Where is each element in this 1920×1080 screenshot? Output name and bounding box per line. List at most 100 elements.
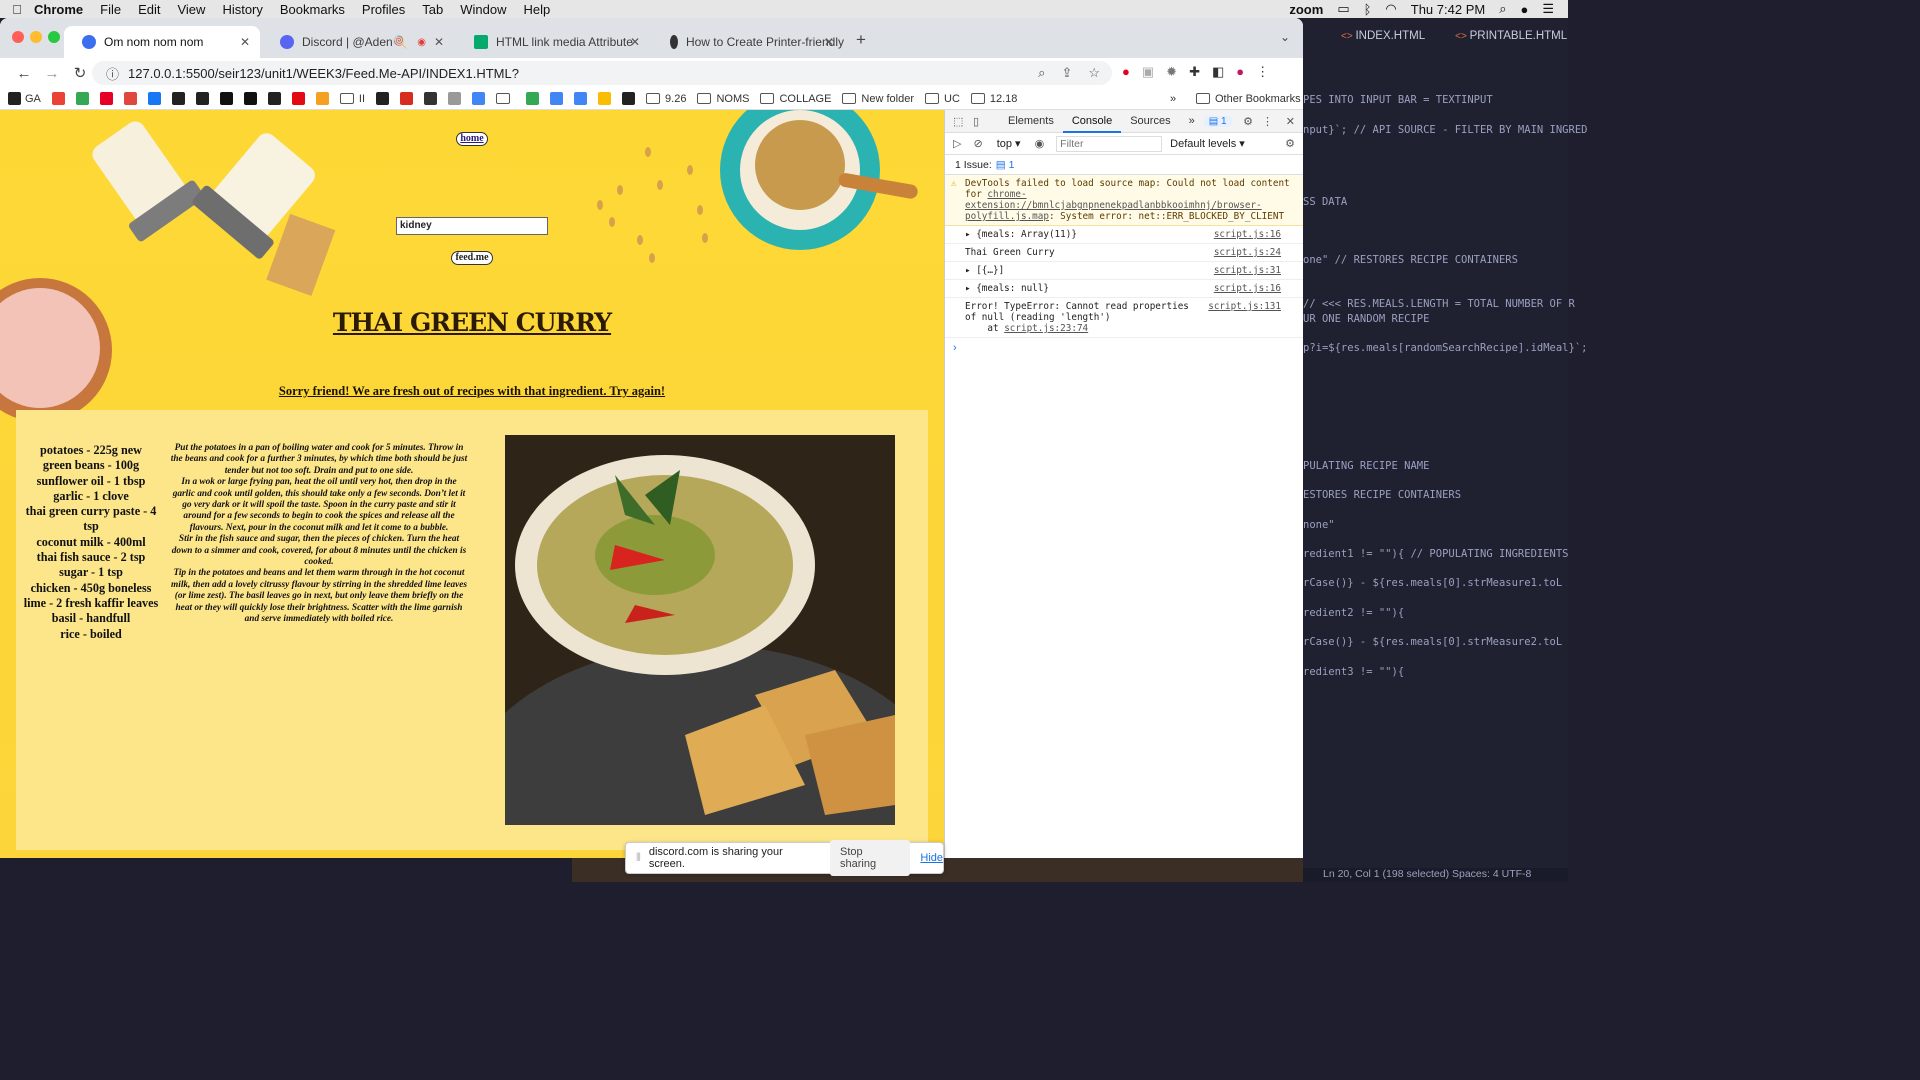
bookmark-item[interactable]: COLLAGE: [760, 93, 831, 105]
close-tab-icon[interactable]: ✕: [240, 35, 250, 49]
address-bar[interactable]: ⓘ 127.0.0.1:5500/seir123/unit1/WEEK3/Fee…: [92, 61, 1112, 85]
bluetooth-icon[interactable]: ᛒ: [1364, 2, 1372, 17]
bookmark-item[interactable]: [424, 92, 438, 105]
menu-app-name[interactable]: Chrome: [34, 2, 83, 17]
spotlight-icon[interactable]: ⌕: [1499, 1, 1506, 17]
bookmark-item[interactable]: [448, 92, 462, 105]
bookmark-item[interactable]: [195, 92, 209, 105]
console-settings-icon[interactable]: ⚙: [1285, 137, 1295, 150]
settings-gear-icon[interactable]: ⚙: [1243, 115, 1253, 128]
context-selector[interactable]: top ▾: [997, 137, 1021, 150]
console-message[interactable]: Error! TypeError: Cannot read properties…: [945, 298, 1303, 338]
log-levels-dropdown[interactable]: Default levels ▾: [1170, 137, 1245, 150]
tab-sources[interactable]: Sources: [1121, 110, 1179, 133]
bookmark-item[interactable]: [472, 92, 486, 105]
share-icon[interactable]: ⇪: [1061, 65, 1072, 81]
console-message[interactable]: ▸ [{…}] script.js:31: [945, 262, 1303, 280]
screen-icon[interactable]: ▭: [1337, 1, 1349, 17]
tab-console[interactable]: Console: [1062, 110, 1122, 133]
bookmark-item[interactable]: [243, 92, 257, 105]
bookmark-star-icon[interactable]: ☆: [1088, 65, 1100, 81]
hide-link[interactable]: Hide: [920, 852, 943, 864]
zoom-icon[interactable]: ⌕: [1038, 65, 1045, 81]
console-message[interactable]: ▸ {meals: Array(11)} script.js:16: [945, 226, 1303, 244]
menu-window[interactable]: Window: [460, 2, 506, 17]
control-center-icon[interactable]: ☰: [1542, 1, 1554, 17]
devtools-menu-icon[interactable]: ⋮: [1262, 115, 1273, 128]
stop-sharing-button[interactable]: Stop sharing: [829, 840, 911, 876]
bookmark-item[interactable]: [219, 92, 233, 105]
console-source-link[interactable]: script.js:24: [1214, 247, 1281, 258]
bookmark-item[interactable]: [123, 92, 137, 105]
tab-printer-friendly[interactable]: How to Create Printer-friendly ✕: [652, 26, 844, 58]
bookmark-item[interactable]: [526, 92, 540, 105]
menu-view[interactable]: View: [177, 2, 205, 17]
close-devtools-icon[interactable]: ✕: [1286, 115, 1295, 128]
menu-help[interactable]: Help: [524, 2, 551, 17]
bookmark-item[interactable]: 9.26: [646, 93, 686, 105]
bookmark-item[interactable]: UC: [925, 93, 960, 105]
sidebar-toggle-icon[interactable]: ▷: [953, 137, 961, 150]
console-filter-input[interactable]: [1056, 135, 1163, 152]
clock[interactable]: Thu 7:42 PM: [1411, 2, 1485, 17]
console-prompt[interactable]: ›: [945, 338, 1303, 358]
close-tab-icon[interactable]: ✕: [434, 35, 444, 49]
menu-profiles[interactable]: Profiles: [362, 2, 405, 17]
tab-elements[interactable]: Elements: [999, 110, 1063, 133]
forward-icon[interactable]: →: [38, 65, 66, 82]
apple-icon[interactable]: : [0, 2, 34, 17]
tab-w3schools[interactable]: HTML link media Attribute ✕: [456, 26, 650, 58]
bookmark-item[interactable]: II: [339, 93, 365, 105]
url-text[interactable]: 127.0.0.1:5500/seir123/unit1/WEEK3/Feed.…: [128, 66, 519, 81]
reload-icon[interactable]: ↻: [66, 64, 94, 82]
inspect-icon[interactable]: ⬚: [953, 115, 967, 128]
live-expression-eye-icon[interactable]: ◉: [1035, 137, 1045, 150]
close-tab-icon[interactable]: ✕: [824, 35, 834, 49]
console-source-link[interactable]: script.js:16: [1214, 283, 1281, 294]
menu-history[interactable]: History: [222, 2, 262, 17]
clear-console-icon[interactable]: ⊘: [973, 137, 982, 150]
site-info-icon[interactable]: ⓘ: [106, 64, 119, 83]
console-message[interactable]: Thai Green Curry script.js:24: [945, 244, 1303, 262]
bookmark-item[interactable]: [51, 92, 65, 105]
wifi-icon[interactable]: ◠: [1385, 1, 1396, 17]
menu-file[interactable]: File: [100, 2, 121, 17]
zoom-window-button[interactable]: [48, 31, 60, 43]
minimize-window-button[interactable]: [30, 31, 42, 43]
other-bookmarks[interactable]: Other Bookmarks: [1196, 93, 1301, 105]
bookmark-item[interactable]: [267, 92, 281, 105]
bookmark-item[interactable]: [550, 92, 564, 105]
bookmark-item[interactable]: [400, 92, 414, 105]
console-source-link[interactable]: script.js:131: [1208, 301, 1281, 312]
bookmark-item[interactable]: [574, 92, 588, 105]
issues-count[interactable]: ▤ 1: [996, 159, 1015, 171]
bookmark-item[interactable]: NOMS: [697, 93, 749, 105]
console-message[interactable]: ▸ {meals: null} script.js:16: [945, 280, 1303, 298]
bug-extension-icon[interactable]: ✹: [1166, 64, 1177, 80]
bookmark-item[interactable]: [99, 92, 113, 105]
extensions-puzzle-icon[interactable]: ✚: [1189, 64, 1200, 80]
feed-me-button[interactable]: feed.me: [451, 251, 493, 265]
bookmark-item[interactable]: [496, 93, 515, 104]
bookmarks-more[interactable]: »: [1170, 93, 1176, 105]
close-window-button[interactable]: [12, 31, 24, 43]
menu-edit[interactable]: Edit: [138, 2, 160, 17]
more-tabs-icon[interactable]: »: [1180, 110, 1204, 133]
bookmark-item[interactable]: [622, 92, 636, 105]
bookmark-item[interactable]: [75, 92, 89, 105]
issues-bar[interactable]: 1 Issue: ▤ 1: [945, 155, 1303, 175]
vscode-tab-index[interactable]: INDEX.HTML: [1341, 30, 1425, 42]
vscode-tab-printable[interactable]: PRINTABLE.HTML: [1455, 30, 1568, 42]
zoom-label[interactable]: zoom: [1289, 2, 1323, 17]
console-source-link[interactable]: script.js:16: [1214, 229, 1281, 240]
bookmark-item[interactable]: [376, 92, 390, 105]
tab-search-icon[interactable]: ⌄: [1280, 30, 1290, 44]
pinterest-extension-icon[interactable]: ●: [1122, 64, 1130, 80]
menu-bookmarks[interactable]: Bookmarks: [280, 2, 345, 17]
issues-badge[interactable]: ▤ 1: [1203, 115, 1232, 127]
home-button[interactable]: home: [456, 132, 488, 146]
back-icon[interactable]: ←: [10, 65, 38, 82]
profile-avatar[interactable]: ●: [1236, 64, 1244, 80]
sidepanel-icon[interactable]: ◧: [1212, 64, 1224, 80]
tab-discord[interactable]: Discord | @Aden🍭 ◉ ✕: [262, 26, 454, 58]
